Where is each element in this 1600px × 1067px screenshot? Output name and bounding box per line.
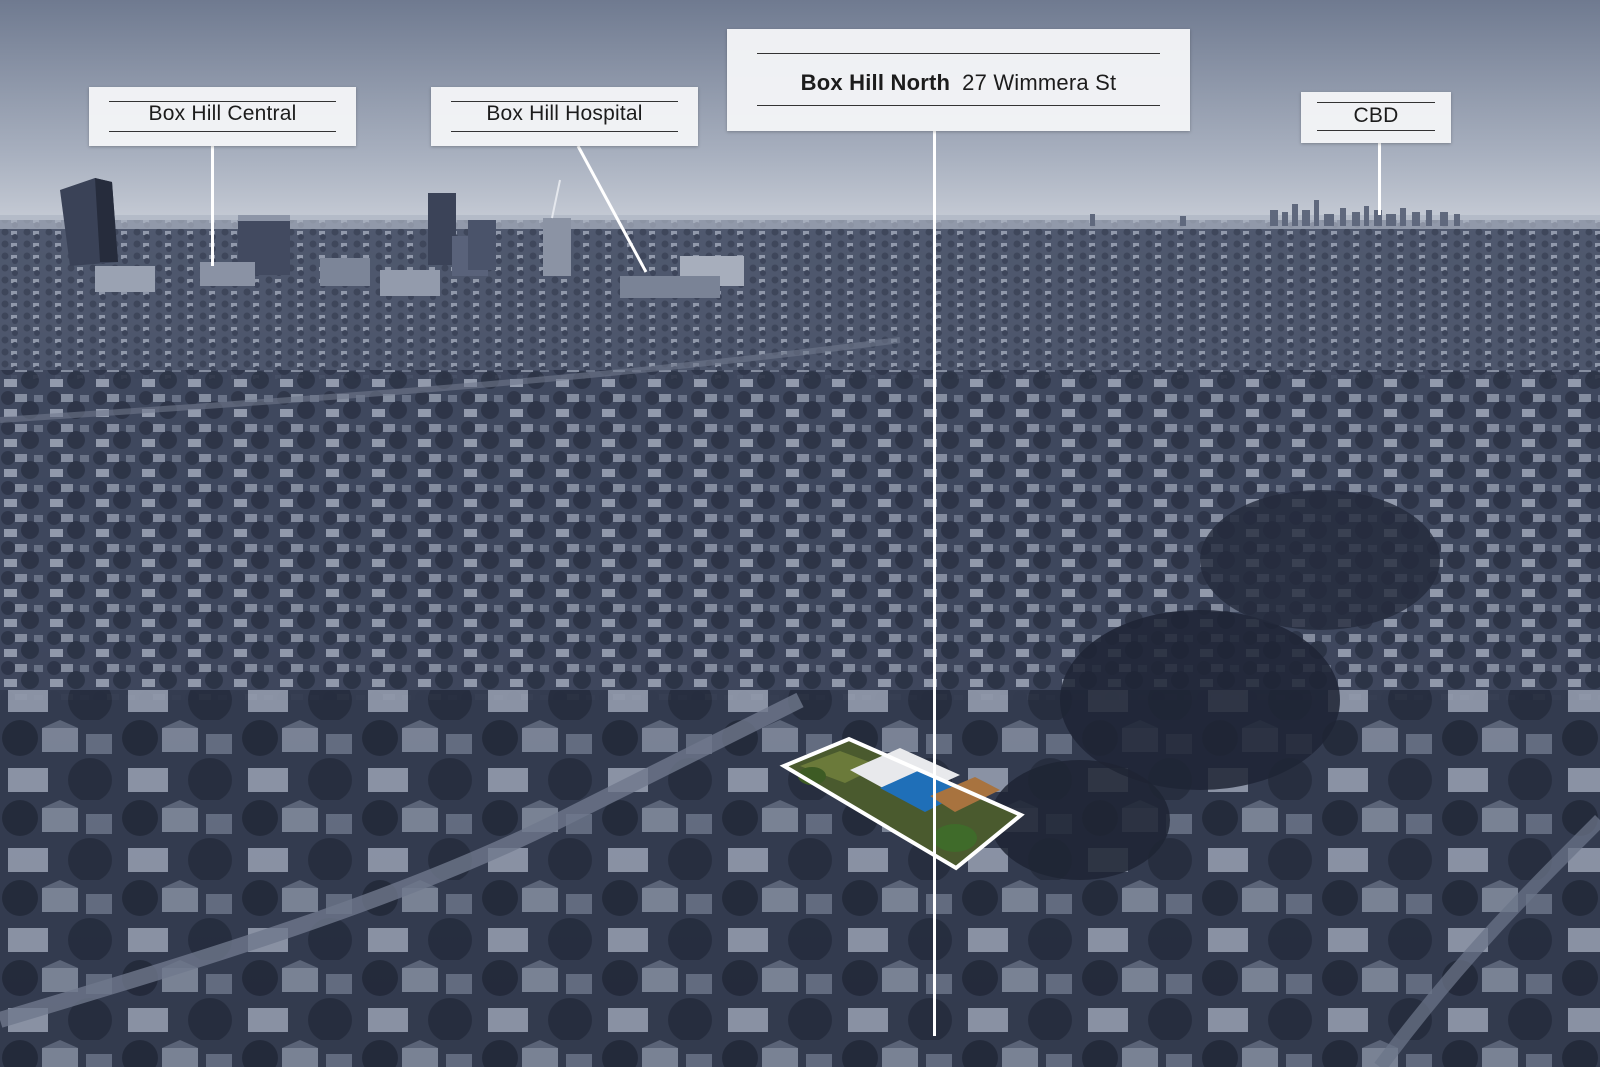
callout-rule-top [1317, 102, 1435, 103]
leader-line-hospital [576, 145, 648, 273]
callout-cbd: CBD [1301, 92, 1451, 143]
callout-property-address: Box Hill North 27 Wimmera St [727, 29, 1190, 131]
street-address: 27 Wimmera St [962, 70, 1117, 95]
aerial-scene: Box Hill Central Box Hill Hospital Box H… [0, 0, 1600, 1067]
suburb-name: Box Hill North [800, 70, 951, 95]
callout-rule-bottom [109, 131, 336, 132]
callout-text: Box Hill Central [148, 102, 297, 125]
callout-rule-bottom [757, 105, 1160, 106]
callout-text: Box Hill North 27 Wimmera St [727, 70, 1190, 96]
callout-box-hill-central: Box Hill Central [89, 87, 356, 146]
callout-rule-bottom [451, 131, 678, 132]
callout-rule-top [757, 53, 1160, 54]
callout-text: Box Hill Hospital [486, 102, 643, 125]
callout-box-hill-hospital: Box Hill Hospital [431, 87, 698, 146]
callout-rule-bottom [1317, 130, 1435, 131]
callout-text: CBD [1353, 104, 1399, 127]
